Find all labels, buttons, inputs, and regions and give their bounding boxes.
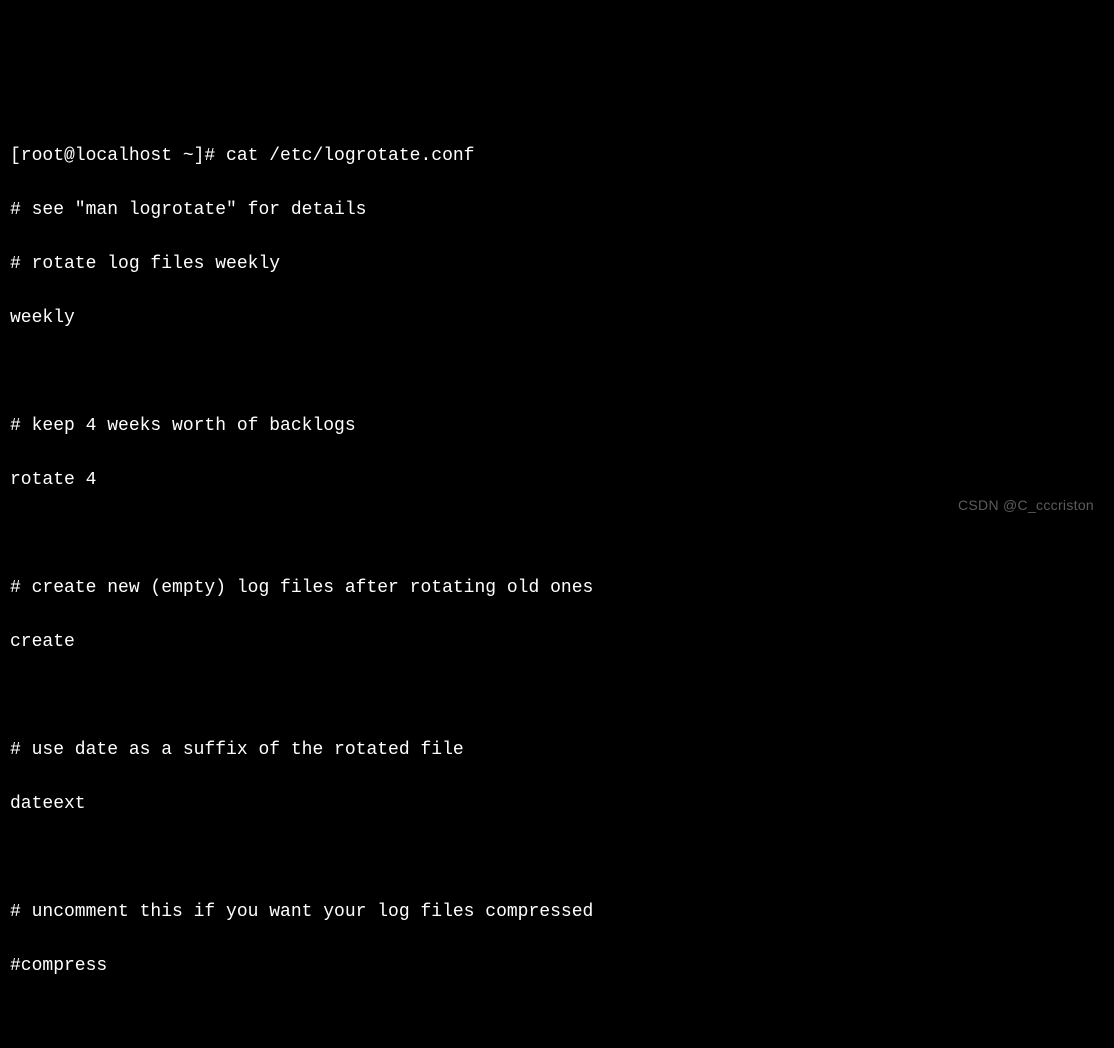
terminal-line: # uncomment this if you want your log fi…	[10, 899, 1104, 926]
terminal-line: #compress	[10, 953, 1104, 980]
terminal-line: rotate 4	[10, 467, 1104, 494]
terminal-line	[10, 1007, 1104, 1034]
terminal-line: weekly	[10, 305, 1104, 332]
terminal-line: create	[10, 629, 1104, 656]
watermark-text: CSDN @C_cccriston	[958, 495, 1094, 516]
terminal-line: [root@localhost ~]# cat /etc/logrotate.c…	[10, 143, 1104, 170]
terminal-line: # rotate log files weekly	[10, 251, 1104, 278]
terminal-line: # see "man logrotate" for details	[10, 197, 1104, 224]
terminal-line	[10, 683, 1104, 710]
terminal-line: # create new (empty) log files after rot…	[10, 575, 1104, 602]
terminal-line: dateext	[10, 791, 1104, 818]
terminal-line	[10, 359, 1104, 386]
terminal-line	[10, 521, 1104, 548]
terminal-line: # use date as a suffix of the rotated fi…	[10, 737, 1104, 764]
terminal-line	[10, 845, 1104, 872]
terminal-output: [root@localhost ~]# cat /etc/logrotate.c…	[10, 116, 1104, 1048]
terminal-line: # keep 4 weeks worth of backlogs	[10, 413, 1104, 440]
